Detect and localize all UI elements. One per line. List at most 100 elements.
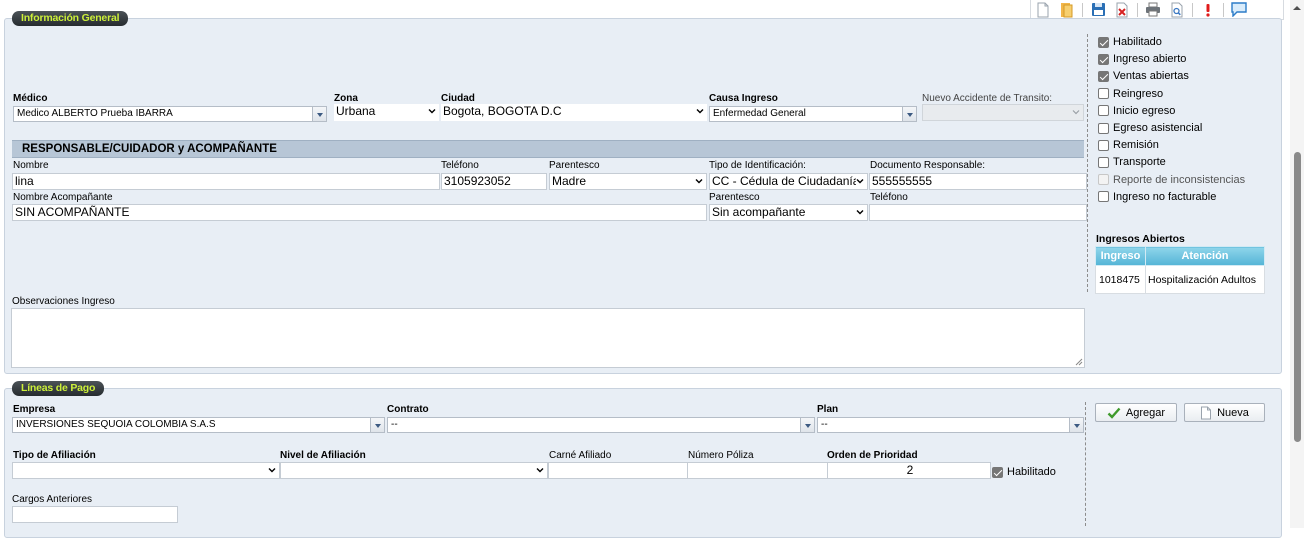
- zona-label: Zona: [334, 93, 358, 104]
- documento-responsable-input[interactable]: 555555555: [869, 173, 1087, 190]
- telefono-label: Teléfono: [441, 160, 479, 171]
- print-icon[interactable]: [1141, 0, 1165, 20]
- ciudad-value: Bogota, BOGOTA D.C: [443, 104, 562, 118]
- accidente-select[interactable]: [922, 104, 1084, 121]
- orden-prioridad-input[interactable]: 2: [827, 462, 991, 479]
- causa-ingreso-label: Causa Ingreso: [709, 93, 778, 104]
- chevron-down-icon[interactable]: [1069, 418, 1083, 432]
- observaciones-textarea[interactable]: [11, 308, 1085, 368]
- top-toolbar: [1030, 0, 1284, 20]
- checkbox-box[interactable]: [1098, 70, 1109, 82]
- medico-label: Médico: [13, 93, 48, 104]
- comment-icon[interactable]: [1227, 0, 1251, 20]
- flag-checkbox-5[interactable]: Egreso asistencial: [1098, 122, 1202, 134]
- chevron-down-icon[interactable]: [800, 418, 814, 432]
- open-folder-icon[interactable]: [1055, 0, 1079, 20]
- flag-checkbox-6[interactable]: Remisión: [1098, 139, 1159, 151]
- alert-icon[interactable]: [1196, 0, 1220, 20]
- tipo-identificacion-select[interactable]: CC - Cédula de Ciudadanía: [709, 173, 868, 190]
- ciudad-select[interactable]: Bogota, BOGOTA D.C: [441, 104, 707, 121]
- agregar-button[interactable]: Agregar: [1095, 403, 1177, 422]
- flag-checkbox-1[interactable]: Ingreso abierto: [1098, 53, 1186, 65]
- checkbox-box[interactable]: [1098, 156, 1109, 168]
- chevron-down-icon: [695, 179, 703, 184]
- telefono-input[interactable]: 3105923052: [441, 173, 547, 190]
- habilitado-pago-label: Habilitado: [1007, 466, 1056, 478]
- contrato-combo[interactable]: --: [387, 417, 815, 433]
- chevron-down-icon: [856, 210, 864, 215]
- tipo-afiliacion-label: Tipo de Afiliación: [13, 450, 96, 461]
- vertical-scrollbar[interactable]: [1290, 0, 1304, 528]
- cargos-anteriores-input[interactable]: [12, 506, 178, 523]
- parentesco-select[interactable]: Madre: [549, 173, 707, 190]
- checkbox-box[interactable]: [1098, 105, 1109, 117]
- checkbox-box[interactable]: [1098, 191, 1109, 203]
- zona-select[interactable]: Urbana: [334, 104, 439, 121]
- plan-value: --: [821, 419, 828, 430]
- numero-poliza-input[interactable]: [687, 462, 828, 479]
- checkbox-box[interactable]: [1098, 88, 1109, 100]
- nueva-label: Nueva: [1217, 406, 1249, 419]
- flag-checkbox-8: Reporte de inconsistencias: [1098, 174, 1245, 186]
- medico-combo[interactable]: Medico ALBERTO Prueba IBARRA: [13, 106, 327, 122]
- preview-icon[interactable]: [1165, 0, 1189, 20]
- atencion-cell: Hospitalización Adultos: [1145, 265, 1265, 294]
- empresa-combo[interactable]: INVERSIONES SEQUOIA COLOMBIA S.A.S: [12, 417, 385, 433]
- documento-responsable-label: Documento Responsable:: [870, 160, 986, 171]
- empresa-value: INVERSIONES SEQUOIA COLOMBIA S.A.S: [16, 419, 216, 430]
- nombre-input[interactable]: lina: [12, 173, 440, 190]
- flag-checkbox-3[interactable]: Reingreso: [1098, 88, 1163, 100]
- chevron-down-icon[interactable]: [370, 418, 384, 432]
- flag-label: Inicio egreso: [1113, 104, 1176, 117]
- carne-afiliado-input[interactable]: [548, 462, 688, 479]
- new-file-icon[interactable]: [1031, 0, 1055, 20]
- plan-combo[interactable]: --: [817, 417, 1084, 433]
- zona-value: Urbana: [336, 104, 376, 118]
- resize-grip-icon[interactable]: [1075, 358, 1083, 366]
- habilitado-pago-checkbox[interactable]: Habilitado: [992, 466, 1056, 478]
- table-row[interactable]: 1018475 Hospitalización Adultos: [1095, 265, 1265, 294]
- checkbox-box[interactable]: [1098, 122, 1109, 134]
- save-icon[interactable]: [1086, 0, 1110, 20]
- pago-separator: [1085, 402, 1086, 526]
- ingresos-abiertos-title: Ingresos Abiertos: [1096, 233, 1185, 245]
- agregar-label: Agregar: [1125, 406, 1166, 419]
- contrato-value: --: [391, 419, 398, 430]
- telefono-acompanante-input[interactable]: [869, 204, 1087, 221]
- lineas-pago-legend: Líneas de Pago: [12, 381, 105, 396]
- check-icon: [1107, 407, 1121, 419]
- chevron-down-icon[interactable]: [312, 107, 326, 121]
- responsable-header: RESPONSABLE/CUIDADOR y ACOMPAÑANTE: [12, 140, 1084, 158]
- new-file-icon: [1201, 406, 1212, 419]
- nueva-button[interactable]: Nueva: [1184, 403, 1265, 422]
- flag-checkbox-9[interactable]: Ingreso no facturable: [1098, 191, 1216, 203]
- delete-icon[interactable]: [1110, 0, 1134, 20]
- flag-checkbox-2[interactable]: Ventas abiertas: [1098, 70, 1189, 82]
- chevron-down-icon: [268, 468, 276, 473]
- plan-label: Plan: [817, 404, 839, 415]
- flag-label: Ingreso no facturable: [1113, 190, 1217, 203]
- parentesco-value: Madre: [552, 174, 587, 188]
- checkbox-box[interactable]: [1098, 36, 1109, 48]
- parentesco-acompanante-value: Sin acompañante: [712, 205, 806, 219]
- observaciones-label: Observaciones Ingreso: [12, 296, 115, 307]
- parentesco-acompanante-label: Parentesco: [709, 192, 760, 203]
- parentesco-label: Parentesco: [549, 160, 600, 171]
- checkbox-box[interactable]: [1098, 139, 1109, 151]
- flag-checkbox-0[interactable]: Habilitado: [1098, 36, 1162, 48]
- checkbox-box[interactable]: [1098, 53, 1109, 65]
- scrollbar-thumb[interactable]: [1294, 152, 1301, 442]
- nivel-afiliacion-select[interactable]: [280, 462, 548, 479]
- flag-checkbox-7[interactable]: Transporte: [1098, 156, 1166, 168]
- flag-checkbox-4[interactable]: Inicio egreso: [1098, 105, 1175, 117]
- chevron-down-icon[interactable]: [902, 107, 916, 121]
- responsable-header-text: RESPONSABLE/CUIDADOR y ACOMPAÑANTE: [22, 143, 277, 155]
- scroll-up-icon[interactable]: [1290, 2, 1304, 14]
- acompanante-input[interactable]: SIN ACOMPAÑANTE: [12, 204, 707, 221]
- tipo-identificacion-label: Tipo de Identificación:: [709, 160, 806, 171]
- chevron-down-icon: [856, 177, 864, 185]
- parentesco-acompanante-select[interactable]: Sin acompañante: [709, 204, 868, 221]
- tipo-afiliacion-select[interactable]: [12, 462, 280, 479]
- causa-ingreso-combo[interactable]: Enfermedad General: [709, 106, 917, 122]
- checkbox-box[interactable]: [992, 466, 1003, 478]
